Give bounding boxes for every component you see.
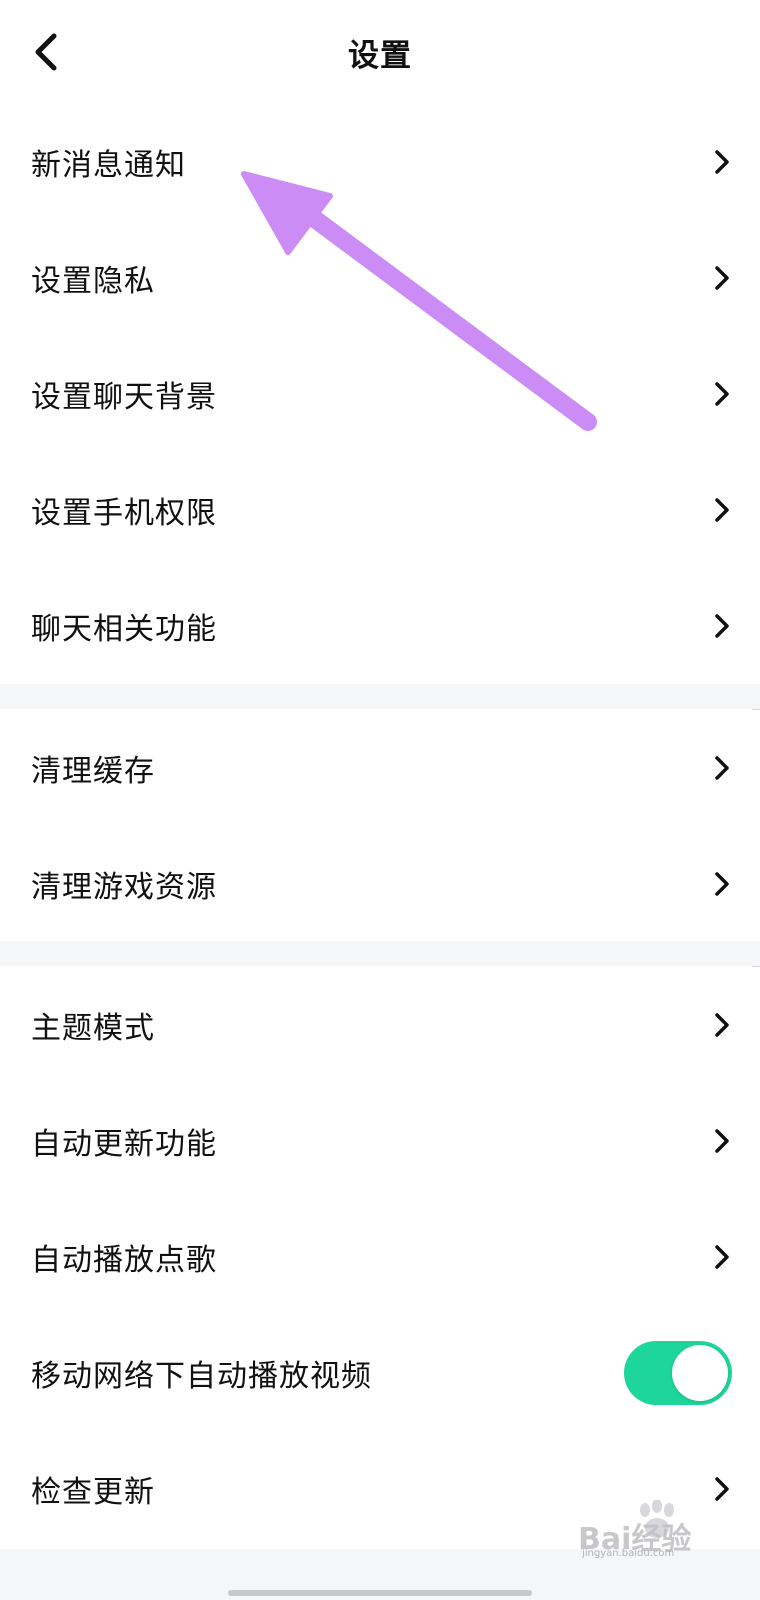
settings-item-label: 清理缓存 bbox=[31, 754, 155, 789]
chevron-right-icon bbox=[715, 1129, 729, 1153]
settings-item-privacy[interactable]: 设置隐私 bbox=[0, 220, 760, 336]
settings-item-chat-features[interactable]: 聊天相关功能 bbox=[0, 568, 760, 684]
settings-item-auto-play-songs[interactable]: 自动播放点歌 bbox=[0, 1199, 760, 1315]
chevron-right-icon bbox=[715, 498, 729, 522]
settings-item-label: 聊天相关功能 bbox=[31, 612, 217, 647]
settings-item-auto-update[interactable]: 自动更新功能 bbox=[0, 1083, 760, 1199]
baidu-jingyan-watermark: Bai经验 jingyan.baidu.com bbox=[578, 1500, 738, 1560]
settings-item-label: 清理游戏资源 bbox=[31, 870, 217, 905]
settings-item-label: 移动网络下自动播放视频 bbox=[31, 1359, 372, 1394]
chevron-right-icon bbox=[715, 872, 729, 896]
chevron-right-icon bbox=[715, 266, 729, 290]
settings-section-general: 新消息通知 设置隐私 设置聊天背景 设置手机权限 聊天相关功能 bbox=[0, 104, 760, 684]
settings-item-label: 自动播放点歌 bbox=[31, 1243, 217, 1278]
settings-item-label: 设置聊天背景 bbox=[31, 380, 217, 415]
settings-section-app: 主题模式 自动更新功能 自动播放点歌 移动网络下自动播放视频 检查更新 bbox=[0, 967, 760, 1547]
settings-item-chat-background[interactable]: 设置聊天背景 bbox=[0, 336, 760, 452]
section-divider bbox=[0, 941, 760, 966]
chevron-right-icon bbox=[715, 382, 729, 406]
chevron-right-icon bbox=[715, 150, 729, 174]
settings-item-label: 检查更新 bbox=[31, 1475, 155, 1510]
settings-item-label: 自动更新功能 bbox=[31, 1127, 217, 1162]
settings-page: 设置 新消息通知 设置隐私 设置聊天背景 设置手机权限 聊天相关功能 清理缓存 … bbox=[0, 0, 760, 1600]
watermark-site: jingyan.baidu.com bbox=[582, 1548, 675, 1559]
page-title: 设置 bbox=[348, 38, 412, 74]
chevron-right-icon bbox=[715, 614, 729, 638]
settings-section-storage: 清理缓存 清理游戏资源 bbox=[0, 710, 760, 942]
settings-item-theme-mode[interactable]: 主题模式 bbox=[0, 967, 760, 1083]
settings-item-label: 主题模式 bbox=[31, 1011, 155, 1046]
settings-item-label: 设置隐私 bbox=[31, 264, 155, 299]
chevron-right-icon bbox=[715, 756, 729, 780]
home-indicator bbox=[228, 1590, 532, 1596]
navigation-bar: 设置 bbox=[0, 0, 760, 104]
chevron-right-icon bbox=[715, 1245, 729, 1269]
settings-item-label: 新消息通知 bbox=[31, 148, 186, 183]
toggle-knob bbox=[672, 1345, 728, 1401]
settings-item-mobile-autoplay-video: 移动网络下自动播放视频 bbox=[0, 1315, 760, 1431]
settings-item-label: 设置手机权限 bbox=[31, 496, 217, 531]
section-divider bbox=[0, 684, 760, 709]
settings-item-phone-permissions[interactable]: 设置手机权限 bbox=[0, 452, 760, 568]
settings-item-clear-cache[interactable]: 清理缓存 bbox=[0, 710, 760, 826]
autoplay-video-toggle[interactable] bbox=[624, 1341, 732, 1405]
settings-item-new-message-notification[interactable]: 新消息通知 bbox=[0, 104, 760, 220]
chevron-right-icon bbox=[715, 1477, 729, 1501]
chevron-right-icon bbox=[715, 1013, 729, 1037]
settings-item-clear-game-resources[interactable]: 清理游戏资源 bbox=[0, 826, 760, 942]
